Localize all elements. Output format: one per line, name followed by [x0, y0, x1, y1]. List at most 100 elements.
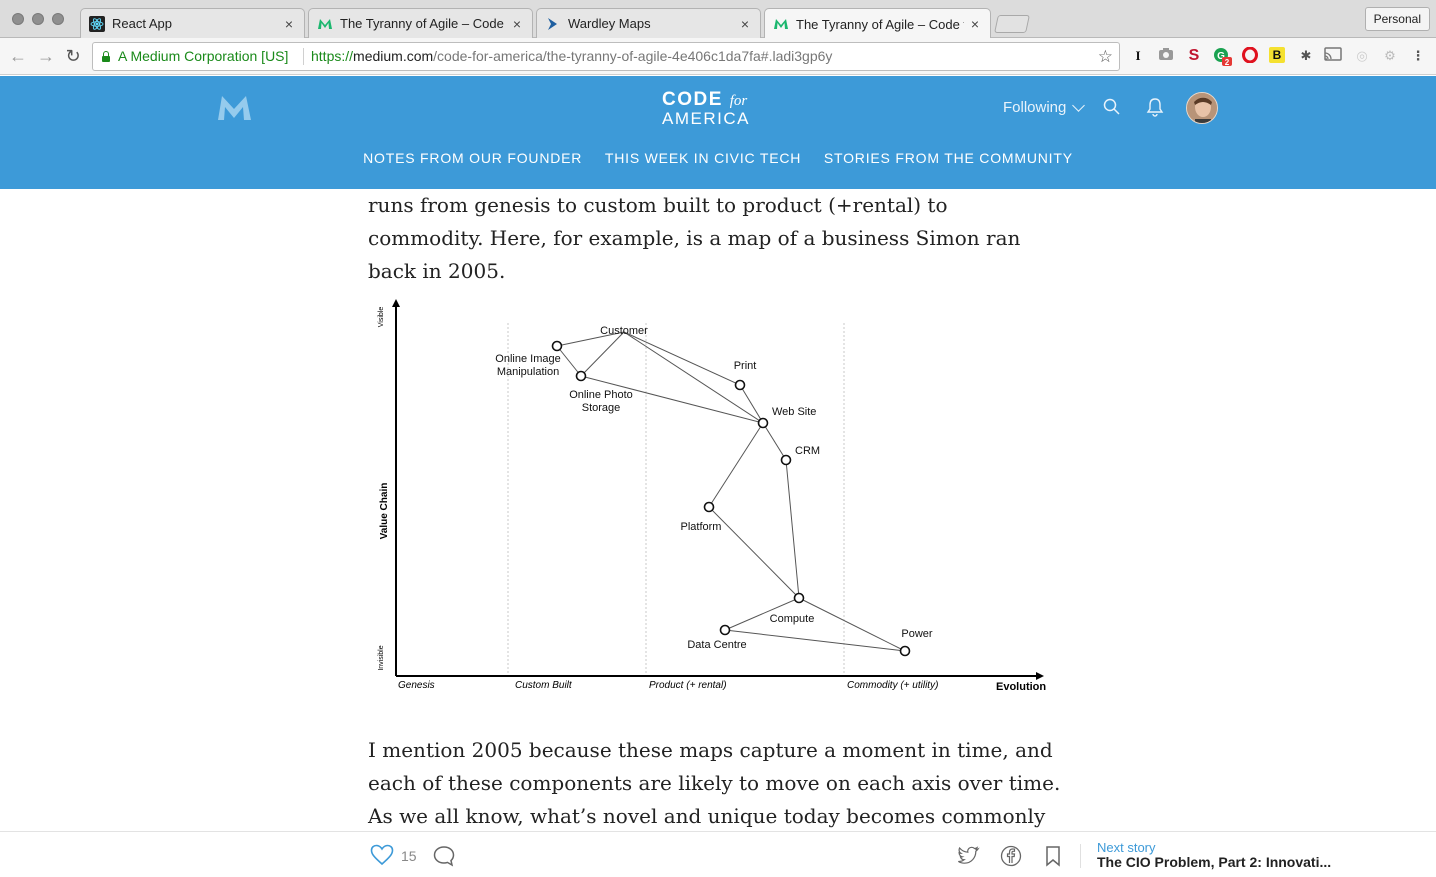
facebook-share-icon[interactable]: [1000, 845, 1022, 872]
tab-tyranny-of-agile[interactable]: The Tyranny of Agile – Code fo ×: [308, 8, 533, 38]
map-label-customer: Customer: [600, 325, 648, 337]
map-label-ops: Online Photo Storage: [569, 389, 633, 414]
publication-header: CODE for AMERICA Following NOTES FROM OU…: [0, 76, 1436, 189]
forward-arrow-icon[interactable]: →: [36, 46, 56, 66]
medium-logo-icon[interactable]: [218, 94, 251, 126]
logo-line2: AMERICA: [662, 109, 750, 128]
s-extension-icon[interactable]: S: [1185, 47, 1203, 65]
chevron-down-icon: [1072, 98, 1086, 112]
tab-title: The Tyranny of Agile – Code fo: [340, 16, 506, 31]
new-tab-button[interactable]: [994, 15, 1030, 33]
medium-icon: [317, 16, 333, 32]
url-path: /code-for-america/the-tyranny-of-agile-4…: [433, 48, 833, 64]
map-label-compute: Compute: [770, 613, 815, 625]
tab-close-icon[interactable]: ×: [510, 16, 524, 32]
map-node-web: [757, 417, 769, 429]
tab-wardley-maps[interactable]: Wardley Maps ×: [536, 8, 761, 38]
logo-line1: CODE: [662, 89, 723, 110]
security-label: A Medium Corporation [US]: [118, 48, 289, 64]
map-node-compute: [793, 592, 805, 604]
map-edge: [623, 331, 764, 424]
map-edge: [708, 422, 764, 508]
article-paragraph: runs from genesis to custom built to pro…: [368, 193, 1021, 283]
tab-title: React App: [112, 16, 172, 31]
map-label-print: Print: [734, 360, 757, 372]
map-node-ops: [575, 370, 587, 382]
browser-toolbar: ← → ↻ A Medium Corporation [US] https://…: [0, 38, 1436, 75]
y-axis-top-label: Visible: [378, 307, 385, 328]
profile-button[interactable]: Personal: [1364, 7, 1430, 31]
cast-icon[interactable]: [1324, 47, 1342, 65]
map-node-print: [734, 379, 746, 391]
tab-title: The Tyranny of Agile – Code fo: [796, 16, 964, 32]
pointer-extension-icon[interactable]: ✱: [1297, 47, 1315, 65]
extension-badge-count: 2: [1225, 58, 1230, 67]
url-scheme: https://: [311, 48, 354, 64]
url-host: medium.com: [353, 48, 434, 64]
action-bar-divider: [1080, 844, 1081, 868]
stage-label-product: Product (+ rental): [649, 680, 727, 691]
user-avatar[interactable]: [1186, 92, 1218, 124]
disabled-extension-icon[interactable]: ◎: [1353, 47, 1371, 65]
tab-tyranny-of-agile-active[interactable]: The Tyranny of Agile – Code fo ×: [764, 8, 991, 39]
y-axis-label: Value Chain: [379, 483, 390, 540]
wardley-icon: [545, 16, 561, 32]
notifications-bell-icon[interactable]: [1146, 97, 1164, 122]
map-edge: [798, 597, 906, 652]
stage-label-genesis: Genesis: [398, 680, 435, 691]
lock-icon: [101, 51, 111, 62]
tab-close-icon[interactable]: ×: [282, 16, 296, 32]
heart-icon[interactable]: [370, 844, 394, 871]
y-axis-arrowhead: [392, 299, 400, 307]
nav-stories-from-the-community[interactable]: STORIES FROM THE COMMUNITY: [824, 150, 1073, 166]
camera-extension-icon[interactable]: [1157, 47, 1175, 65]
map-node-oim: [551, 340, 563, 352]
stage-label-custom-built: Custom Built: [515, 680, 573, 691]
nav-this-week-in-civic-tech[interactable]: THIS WEEK IN CIVIC TECH: [605, 150, 801, 166]
browser-menu-icon[interactable]: ⋮: [1409, 47, 1427, 65]
map-label-oim: Online Image Manipulation: [495, 353, 560, 378]
react-icon: [89, 15, 105, 32]
map-node-dc: [719, 624, 731, 636]
map-label-web: Web Site: [772, 406, 816, 418]
map-edge: [708, 506, 800, 599]
map-label-crm: CRM: [795, 445, 820, 457]
window-close-button[interactable]: [12, 13, 24, 25]
x-axis-label: Evolution: [996, 681, 1046, 693]
map-label-dc: Data Centre: [687, 639, 746, 651]
map-node-power: [899, 645, 911, 657]
window-zoom-button[interactable]: [52, 13, 64, 25]
reload-icon[interactable]: ↻: [63, 46, 83, 66]
like-count[interactable]: 15: [401, 848, 417, 864]
address-bar[interactable]: A Medium Corporation [US] https://medium…: [92, 42, 1120, 71]
bookmark-icon[interactable]: [1045, 845, 1061, 872]
nav-notes-from-our-founder[interactable]: NOTES FROM OUR FOUNDER: [363, 150, 582, 166]
medium-icon: [773, 16, 789, 32]
bookmark-star-icon[interactable]: ☆: [1098, 43, 1113, 70]
response-bubble-icon[interactable]: [432, 845, 456, 872]
map-node-crm: [780, 454, 792, 466]
y-axis-bottom-label: Invisible: [378, 645, 385, 670]
url-text[interactable]: https://medium.com/code-for-america/the-…: [311, 43, 832, 70]
next-story-label[interactable]: Next story: [1097, 840, 1156, 855]
browser-tab-bar: React App × The Tyranny of Agile – Code …: [0, 0, 1436, 39]
opera-extension-icon[interactable]: [1241, 46, 1259, 65]
grammar-extension-icon[interactable]: G2: [1213, 47, 1232, 67]
window-minimize-button[interactable]: [32, 13, 44, 25]
search-icon[interactable]: [1103, 98, 1121, 121]
back-arrow-icon[interactable]: ←: [8, 46, 28, 66]
instapaper-extension-icon[interactable]: I: [1129, 47, 1147, 65]
settings-extension-icon[interactable]: ⚙: [1381, 47, 1399, 65]
bold-extension-icon[interactable]: B: [1269, 47, 1285, 63]
next-story-title[interactable]: The CIO Problem, Part 2: Innovati...: [1097, 854, 1333, 870]
tab-close-icon[interactable]: ×: [968, 16, 982, 32]
map-edge: [762, 422, 787, 461]
twitter-share-icon[interactable]: [957, 845, 980, 870]
following-dropdown[interactable]: Following: [1003, 98, 1086, 116]
tab-close-icon[interactable]: ×: [738, 16, 752, 32]
map-node-platform: [703, 501, 715, 513]
stage-label-commodity: Commodity (+ utility): [847, 680, 938, 691]
tab-react-app[interactable]: React App ×: [80, 8, 305, 38]
code-for-america-logo[interactable]: CODE for AMERICA: [662, 90, 762, 127]
security-indicator[interactable]: A Medium Corporation [US]: [101, 43, 288, 70]
